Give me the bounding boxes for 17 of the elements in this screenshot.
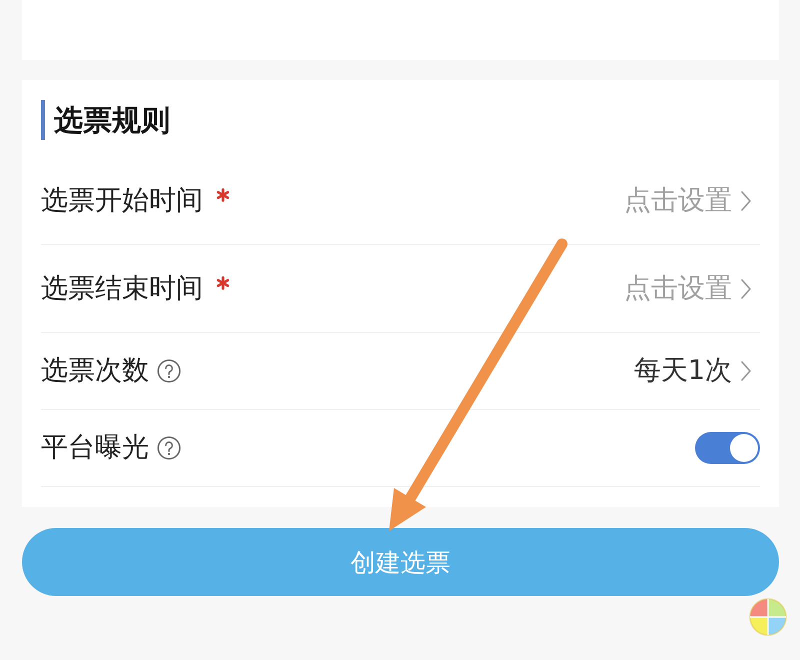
placeholder-text[interactable]: 点击设置 (624, 270, 732, 306)
placeholder-text[interactable]: 点击设置 (624, 182, 732, 218)
help-icon[interactable] (157, 359, 181, 383)
row-label: 选票次数 (41, 354, 149, 388)
chevron-icon[interactable] (740, 278, 752, 300)
create-button[interactable]: 创建选票 (22, 528, 779, 596)
row-label: 平台曝光 (41, 431, 149, 465)
accent-bar-icon (41, 100, 45, 140)
toggle-switch[interactable] (695, 432, 760, 464)
value-text[interactable]: 每天1次 (634, 353, 732, 389)
row-label: 选票开始时间 (41, 184, 203, 218)
help-icon[interactable] (157, 436, 181, 460)
chevron-icon[interactable] (740, 190, 752, 212)
section-title: 选票规则 (54, 102, 170, 139)
color-wheel-icon[interactable] (748, 597, 788, 637)
row-label: 选票结束时间 (41, 272, 203, 306)
chevron-icon[interactable] (740, 360, 752, 382)
